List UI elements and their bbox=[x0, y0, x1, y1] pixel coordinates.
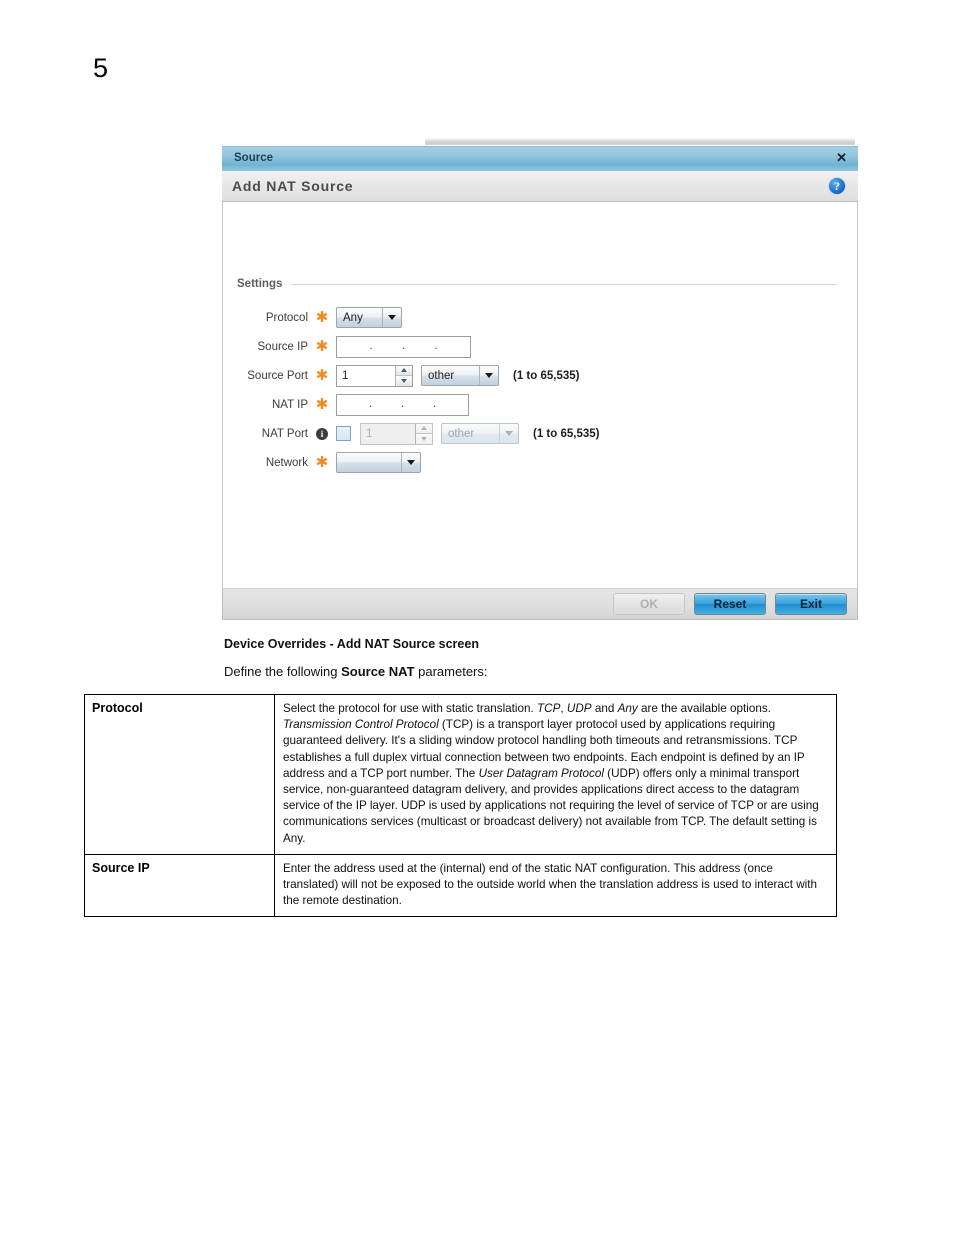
help-icon-glyph: ? bbox=[834, 179, 840, 193]
parameters-table: Protocol Select the protocol for use wit… bbox=[84, 694, 837, 918]
nat-ip-octet-3[interactable] bbox=[405, 395, 432, 415]
spinner-up-icon[interactable] bbox=[396, 365, 412, 376]
chevron-down-icon bbox=[401, 453, 420, 472]
nat-port-range-hint: (1 to 65,535) bbox=[533, 427, 600, 440]
nat-port-value: 1 bbox=[366, 427, 373, 440]
dialog-title: Source bbox=[234, 152, 273, 164]
dialog-footer: OK Reset Exit bbox=[222, 588, 858, 620]
source-port-range-hint: (1 to 65,535) bbox=[513, 369, 580, 382]
network-label: Network bbox=[265, 456, 308, 469]
settings-section-header: Settings bbox=[237, 278, 837, 290]
parameter-description: Enter the address used at the (internal)… bbox=[274, 853, 837, 918]
spinner-down-icon[interactable] bbox=[396, 376, 412, 386]
source-ip-octet-4[interactable] bbox=[439, 337, 467, 357]
field-row-nat-port: NAT Port i 1 other (1 to 65,535) bbox=[223, 419, 857, 448]
required-asterisk-icon: ✱ bbox=[315, 395, 329, 413]
required-asterisk-icon: ✱ bbox=[315, 308, 329, 326]
parameter-description: Select the protocol for use with static … bbox=[274, 694, 837, 855]
intro-before: Define the following bbox=[224, 664, 342, 679]
parameter-name: Protocol bbox=[84, 694, 275, 855]
source-port-spinner-buttons bbox=[395, 365, 412, 386]
dialog-titlebar: Source ✕ bbox=[222, 146, 858, 171]
exit-button[interactable]: Exit bbox=[775, 593, 847, 615]
screenshot-top-artifact bbox=[425, 138, 855, 145]
ok-button[interactable]: OK bbox=[613, 593, 685, 615]
nat-port-type-value: other bbox=[448, 427, 475, 440]
nat-ip-octet-1[interactable] bbox=[341, 395, 368, 415]
nat-port-label: NAT Port bbox=[261, 427, 308, 440]
protocol-dropdown-value: Any bbox=[343, 311, 363, 324]
parameters-table-body: Protocol Select the protocol for use wit… bbox=[84, 694, 837, 918]
source-ip-octet-1[interactable] bbox=[341, 337, 369, 357]
page-number: 5 bbox=[93, 53, 109, 83]
help-circle-icon[interactable]: ? bbox=[828, 177, 846, 195]
required-asterisk-icon: ✱ bbox=[315, 337, 329, 355]
source-ip-input[interactable]: . . . bbox=[336, 335, 471, 358]
protocol-dropdown[interactable]: Any bbox=[336, 307, 402, 328]
nat-ip-label: NAT IP bbox=[272, 398, 308, 411]
nat-port-spinner-buttons bbox=[415, 423, 432, 444]
nat-port-spinner: 1 bbox=[360, 422, 433, 445]
field-row-protocol: Protocol ✱ Any bbox=[223, 303, 857, 332]
spinner-down-icon bbox=[416, 434, 432, 444]
required-asterisk-icon: ✱ bbox=[315, 453, 329, 471]
info-icon[interactable]: i bbox=[308, 427, 336, 440]
settings-section-label: Settings bbox=[237, 278, 283, 290]
dialog-subtitle: Add NAT Source bbox=[232, 178, 354, 194]
field-row-network: Network ✱ bbox=[223, 448, 857, 477]
reset-button[interactable]: Reset bbox=[694, 593, 766, 615]
intro-paragraph: Define the following Source NAT paramete… bbox=[224, 664, 488, 679]
table-row: Source IP Enter the address used at the … bbox=[84, 853, 837, 918]
chevron-down-icon bbox=[479, 366, 498, 385]
field-row-nat-ip: NAT IP ✱ . . . bbox=[223, 390, 857, 419]
chevron-down-icon bbox=[382, 308, 401, 327]
source-ip-label: Source IP bbox=[257, 340, 309, 353]
required-asterisk-icon: ✱ bbox=[315, 366, 329, 384]
table-row: Protocol Select the protocol for use wit… bbox=[84, 694, 837, 855]
dialog-subheader: Add NAT Source ? bbox=[222, 171, 858, 202]
network-dropdown[interactable] bbox=[336, 452, 421, 473]
source-port-label: Source Port bbox=[247, 369, 308, 382]
intro-bold: Source NAT bbox=[341, 664, 415, 679]
dialog-body: Settings Protocol ✱ Any Source IP ✱ . . … bbox=[222, 202, 858, 588]
settings-section-rule bbox=[291, 283, 837, 285]
settings-form: Protocol ✱ Any Source IP ✱ . . . Source … bbox=[223, 303, 857, 477]
field-row-source-ip: Source IP ✱ . . . bbox=[223, 332, 857, 361]
spinner-up-icon bbox=[416, 423, 432, 434]
chevron-down-icon bbox=[499, 424, 518, 443]
protocol-label: Protocol bbox=[265, 311, 308, 324]
source-port-type-value: other bbox=[428, 369, 455, 382]
nat-ip-input[interactable]: . . . bbox=[336, 393, 469, 416]
nat-port-type-dropdown: other bbox=[441, 423, 519, 444]
field-row-source-port: Source Port ✱ 1 other (1 to 65,535) bbox=[223, 361, 857, 390]
close-icon[interactable]: ✕ bbox=[836, 151, 847, 165]
nat-ip-octet-4[interactable] bbox=[437, 395, 464, 415]
source-port-value[interactable]: 1 bbox=[337, 366, 395, 386]
source-ip-octet-3[interactable] bbox=[406, 337, 434, 357]
source-port-type-dropdown[interactable]: other bbox=[421, 365, 499, 386]
source-ip-octet-2[interactable] bbox=[374, 337, 402, 357]
nat-ip-octet-2[interactable] bbox=[373, 395, 400, 415]
figure-caption: Device Overrides - Add NAT Source screen bbox=[224, 637, 479, 651]
intro-after: parameters: bbox=[414, 664, 488, 679]
add-nat-source-dialog: Source ✕ Add NAT Source ? Settings Proto… bbox=[222, 146, 858, 633]
source-port-spinner[interactable]: 1 bbox=[336, 364, 413, 387]
nat-port-checkbox[interactable] bbox=[336, 426, 351, 441]
parameter-name: Source IP bbox=[84, 853, 275, 918]
